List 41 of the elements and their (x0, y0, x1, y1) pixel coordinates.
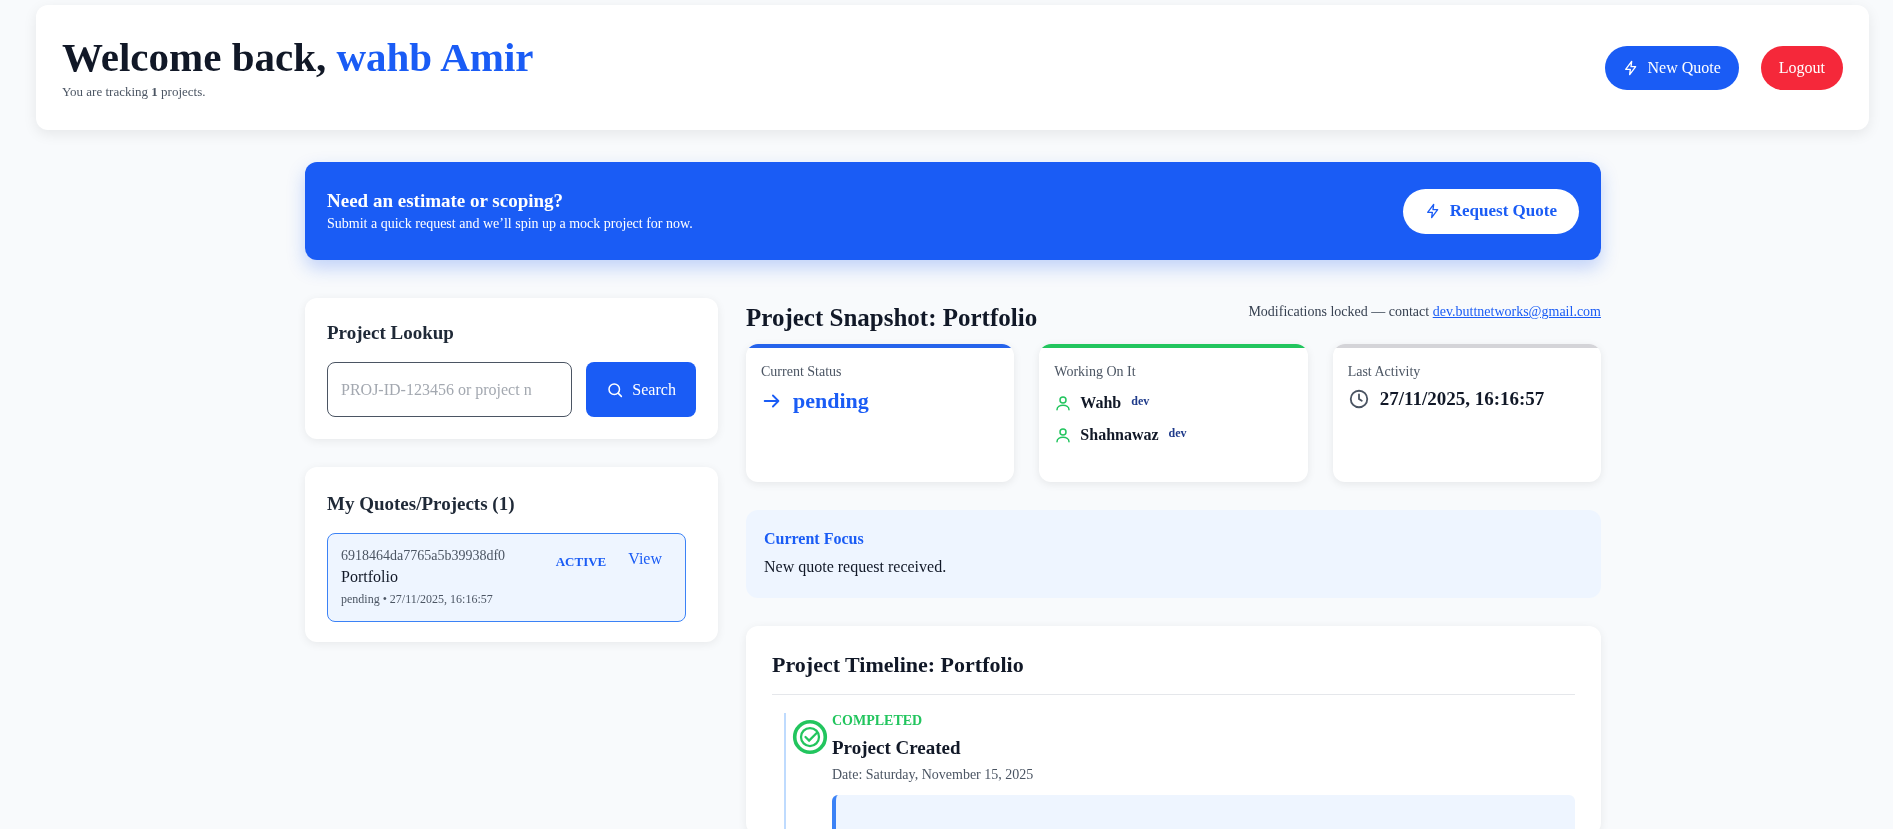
banner-text: Submit a quick request and we’ll spin up a mock project for now. (327, 216, 693, 232)
locked-notice: Modifications locked — contact (1248, 304, 1430, 319)
lookup-title: Project Lookup (327, 322, 455, 344)
stat-label: Last Activity (1347, 364, 1422, 380)
clock-icon (1347, 388, 1370, 410)
stat-label: Current Status (761, 364, 843, 380)
member-name: Shahnawaz (1080, 426, 1159, 444)
user-icon (1054, 426, 1073, 444)
user-icon (1054, 394, 1073, 412)
search-field[interactable]: PROJ-ID-123456 or project n (327, 362, 573, 417)
lightning-icon (1424, 203, 1441, 219)
status-value: pending (793, 388, 869, 414)
project-name: Portfolio (341, 568, 399, 586)
banner-title: Need an estimate or scoping? (327, 190, 565, 212)
member-role: dev (1168, 426, 1187, 441)
timeline-title: Project Timeline: Portfolio (772, 652, 1575, 695)
timeline-event-title: Project Created (832, 737, 962, 759)
welcome-title: Welcome back, wahb Amir (62, 34, 534, 81)
focus-text: New quote request received. (764, 558, 948, 576)
view-link[interactable]: View (628, 550, 662, 568)
timeline-date: Date: Saturday, November 15, 2025 (832, 767, 1035, 783)
search-button[interactable]: Search (586, 362, 696, 417)
logout-button[interactable]: Logout (1760, 45, 1843, 90)
member-role: dev (1131, 394, 1150, 409)
email-link[interactable]: dev.buttnetworks@gmail.com (1432, 304, 1601, 319)
tracking-text: You are tracking 1 projects. (62, 84, 207, 101)
member-name: Wahb (1080, 394, 1122, 412)
project-id: 6918464da7765a5b39938df0 (341, 548, 507, 564)
quotes-title: My Quotes/Projects (1) (327, 493, 516, 515)
project-meta: pending • 27/11/2025, 16:16:57 (341, 592, 494, 607)
stat-label: Working On It (1054, 364, 1137, 380)
snapshot-title: Project Snapshot: Portfolio (746, 304, 1038, 332)
timeline-status: COMPLETED (832, 713, 924, 729)
new-quote-button[interactable]: New Quote (1605, 45, 1739, 90)
search-icon (606, 380, 625, 399)
project-item[interactable]: 6918464da7765a5b39938df0 Portfolio pending • 27/11/2025, 16:16:57 ACTIVE View (327, 533, 686, 622)
project-status-label: ACTIVE (555, 554, 607, 570)
request-quote-button[interactable]: Request Quote (1402, 188, 1579, 234)
activity-time: 27/11/2025, 16:16:57 (1379, 388, 1545, 410)
check-circle-icon (792, 719, 828, 755)
focus-title: Current Focus (764, 530, 865, 548)
